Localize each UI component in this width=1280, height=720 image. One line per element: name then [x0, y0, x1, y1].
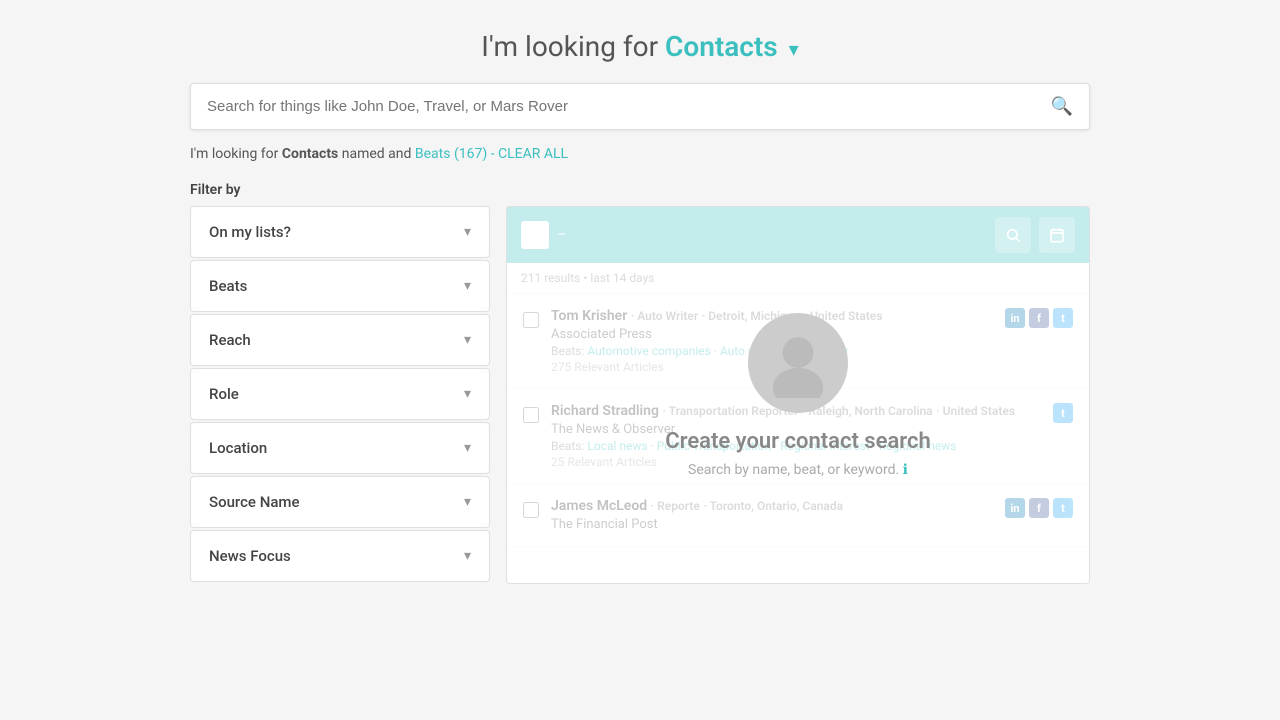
contacts-dropdown-trigger[interactable]: Contacts — [665, 30, 778, 63]
overlay-info-icon[interactable]: ℹ — [903, 462, 908, 478]
search-submit-icon[interactable]: 🔍 — [1051, 96, 1073, 117]
sidebar-filters: On my lists? ▾ Beats ▾ Reach ▾ Role ▾ Lo… — [190, 206, 490, 584]
filter-role[interactable]: Role ▾ — [190, 368, 490, 420]
filter-reach[interactable]: Reach ▾ — [190, 314, 490, 366]
page-title: I'm looking for Contacts ▾ — [0, 30, 1280, 63]
search-overlay: Create your contact search Search by nam… — [507, 207, 1089, 583]
filter-beats[interactable]: Beats ▾ — [190, 260, 490, 312]
filter-location[interactable]: Location ▾ — [190, 422, 490, 474]
overlay-title: Create your contact search — [665, 429, 931, 454]
search-input[interactable] — [207, 98, 1051, 115]
dropdown-arrow-icon[interactable]: ▾ — [789, 37, 799, 61]
header: I'm looking for Contacts ▾ — [0, 0, 1280, 83]
filter-news-focus[interactable]: News Focus ▾ — [190, 530, 490, 582]
overlay-subtitle: Search by name, beat, or keyword. ℹ — [688, 462, 908, 478]
search-bar: 🔍 — [190, 83, 1090, 130]
results-panel: – — [506, 206, 1090, 584]
overlay-avatar — [748, 313, 848, 413]
main-layout: On my lists? ▾ Beats ▾ Reach ▾ Role ▾ Lo… — [190, 206, 1090, 584]
page-container: I'm looking for Contacts ▾ 🔍 I'm looking… — [0, 0, 1280, 720]
filter-by-label: Filter by — [190, 182, 1090, 198]
beats-clear-link[interactable]: Beats (167) - CLEAR ALL — [415, 146, 568, 162]
filter-description: I'm looking for Contacts named and Beats… — [190, 146, 1090, 162]
filter-on-my-lists[interactable]: On my lists? ▾ — [190, 206, 490, 258]
filter-source-name[interactable]: Source Name ▾ — [190, 476, 490, 528]
